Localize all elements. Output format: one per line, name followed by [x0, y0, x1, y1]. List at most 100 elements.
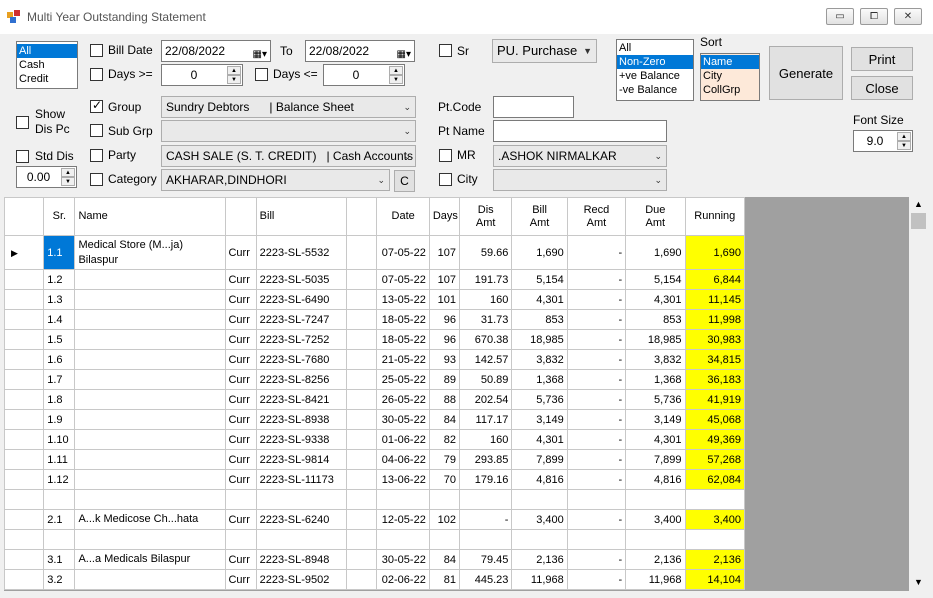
cell-bill[interactable]: 2223-SL-5532	[255, 235, 348, 270]
table-row[interactable]: 1.8 Curr 2223-SL-8421 26-05-22 88 202.54 5,736…	[4, 389, 746, 410]
cell-date[interactable]: 18-05-22	[376, 309, 430, 330]
cell-recd[interactable]: -	[566, 289, 627, 310]
mr-select[interactable]: .ASHOK NIRMALKAR ⌄	[493, 145, 667, 167]
cell-spacer[interactable]	[346, 269, 378, 290]
cell-due[interactable]: 4,301	[625, 289, 686, 310]
cell-type[interactable]: Curr	[225, 429, 257, 450]
cell-due[interactable]: 3,400	[625, 509, 686, 530]
column-header-spacer[interactable]	[346, 197, 378, 236]
cell-days[interactable]: 96	[428, 329, 461, 350]
cell-running[interactable]: 3,400	[684, 509, 746, 530]
cell-billamt[interactable]: 3,832	[511, 349, 568, 370]
column-header-bill[interactable]: Bill	[255, 197, 348, 236]
cell-billamt[interactable]: 4,301	[511, 429, 568, 450]
cell-bill[interactable]	[255, 529, 348, 550]
days-ge-stepper[interactable]: 0 ▲ ▼	[161, 64, 243, 86]
city-checkbox[interactable]	[439, 173, 452, 186]
cell-sr[interactable]: 1.2	[43, 269, 76, 290]
row-header[interactable]	[4, 449, 45, 470]
row-header[interactable]	[4, 309, 45, 330]
cell-sr[interactable]: 1.1	[43, 235, 76, 270]
cell-running[interactable]: 62,084	[684, 469, 746, 490]
scroll-up-icon[interactable]: ▲	[914, 199, 923, 209]
cell-recd[interactable]: -	[566, 429, 627, 450]
cell-billamt[interactable]: 1,368	[511, 369, 568, 390]
table-row[interactable]: 1.11 Curr 2223-SL-9814 04-06-22 79 293.85 7,89…	[4, 449, 746, 470]
scroll-down-icon[interactable]: ▼	[914, 577, 923, 587]
spin-up-icon[interactable]: ▲	[389, 66, 403, 75]
cell-due[interactable]: 5,736	[625, 389, 686, 410]
column-header-row-indicator[interactable]	[4, 197, 45, 236]
cell-type[interactable]: Curr	[225, 389, 257, 410]
cell-due[interactable]: 7,899	[625, 449, 686, 470]
print-button[interactable]: Print	[851, 47, 913, 71]
row-header[interactable]	[4, 269, 45, 290]
outstanding-grid[interactable]: Sr. Name Bill Date Days Dis Amt Bill Amt Recd A…	[4, 197, 909, 591]
column-header-date[interactable]: Date	[376, 197, 430, 236]
spin-down-icon[interactable]: ▼	[61, 177, 75, 186]
cell-spacer[interactable]	[346, 489, 378, 510]
balance-filter-item[interactable]: +ve Balance	[617, 69, 693, 83]
cell-type[interactable]: Curr	[225, 269, 257, 290]
column-header-dis-amt[interactable]: Dis Amt	[459, 197, 513, 236]
minimize-button[interactable]: ▭	[826, 8, 854, 25]
cell-name[interactable]	[74, 429, 227, 450]
cell-days[interactable]: 70	[428, 469, 461, 490]
days-ge-checkbox[interactable]	[90, 68, 103, 81]
cell-type[interactable]	[225, 489, 257, 510]
cell-recd[interactable]: -	[566, 509, 627, 530]
cell-spacer[interactable]	[346, 389, 378, 410]
cell-recd[interactable]	[566, 489, 627, 510]
cell-bill[interactable]: 2223-SL-9502	[255, 569, 348, 590]
party-checkbox[interactable]	[90, 149, 103, 162]
cell-sr[interactable]: 1.10	[43, 429, 76, 450]
pt-name-input[interactable]	[493, 120, 667, 142]
cell-due[interactable]: 2,136	[625, 549, 686, 570]
cell-sr[interactable]: 3.1	[43, 549, 76, 570]
sub-grp-checkbox[interactable]	[90, 124, 103, 137]
cell-billamt[interactable]: 18,985	[511, 329, 568, 350]
cell-date[interactable]: 21-05-22	[376, 349, 430, 370]
row-header[interactable]	[4, 569, 45, 590]
row-header[interactable]	[4, 409, 45, 430]
cell-recd[interactable]: -	[566, 369, 627, 390]
blank-row[interactable]	[4, 489, 746, 510]
cell-days[interactable]: 93	[428, 349, 461, 370]
cell-bill[interactable]: 2223-SL-9338	[255, 429, 348, 450]
table-row[interactable]: 1.7 Curr 2223-SL-8256 25-05-22 89 50.89 1,368-…	[4, 369, 746, 390]
cell-name[interactable]	[74, 329, 227, 350]
maximize-button[interactable]: ⧠	[860, 8, 888, 25]
cell-date[interactable]: 26-05-22	[376, 389, 430, 410]
cell-days[interactable]: 107	[428, 235, 461, 270]
show-dis-pc-checkbox[interactable]	[16, 116, 29, 129]
sort-item[interactable]: Name	[701, 55, 759, 69]
std-dis-checkbox[interactable]	[16, 150, 29, 163]
cell-sr[interactable]	[43, 489, 76, 510]
cell-billamt[interactable]: 5,736	[511, 389, 568, 410]
cell-dis[interactable]: 670.38	[459, 329, 513, 350]
row-header[interactable]	[4, 429, 45, 450]
cell-dis[interactable]: 50.89	[459, 369, 513, 390]
cell-date[interactable]: 07-05-22	[376, 269, 430, 290]
cell-bill[interactable]: 2223-SL-6240	[255, 509, 348, 530]
cell-spacer[interactable]	[346, 235, 378, 270]
cell-running[interactable]: 6,844	[684, 269, 746, 290]
party-type-item[interactable]: All	[17, 44, 77, 58]
cell-spacer[interactable]	[346, 429, 378, 450]
category-clear-button[interactable]: C	[394, 170, 415, 192]
cell-billamt[interactable]: 5,154	[511, 269, 568, 290]
spin-up-icon[interactable]: ▲	[61, 168, 75, 177]
cell-bill[interactable]: 2223-SL-6490	[255, 289, 348, 310]
cell-spacer[interactable]	[346, 469, 378, 490]
cell-name[interactable]	[74, 309, 227, 330]
sr-checkbox[interactable]	[439, 44, 452, 57]
cell-type[interactable]: Curr	[225, 235, 257, 270]
cell-date[interactable]: 02-06-22	[376, 569, 430, 590]
cell-dis[interactable]: 117.17	[459, 409, 513, 430]
cell-running[interactable]	[684, 489, 746, 510]
column-header-days[interactable]: Days	[428, 197, 461, 236]
cell-date[interactable]: 13-06-22	[376, 469, 430, 490]
cell-due[interactable]: 3,149	[625, 409, 686, 430]
cell-type[interactable]: Curr	[225, 329, 257, 350]
cell-billamt[interactable]: 4,816	[511, 469, 568, 490]
